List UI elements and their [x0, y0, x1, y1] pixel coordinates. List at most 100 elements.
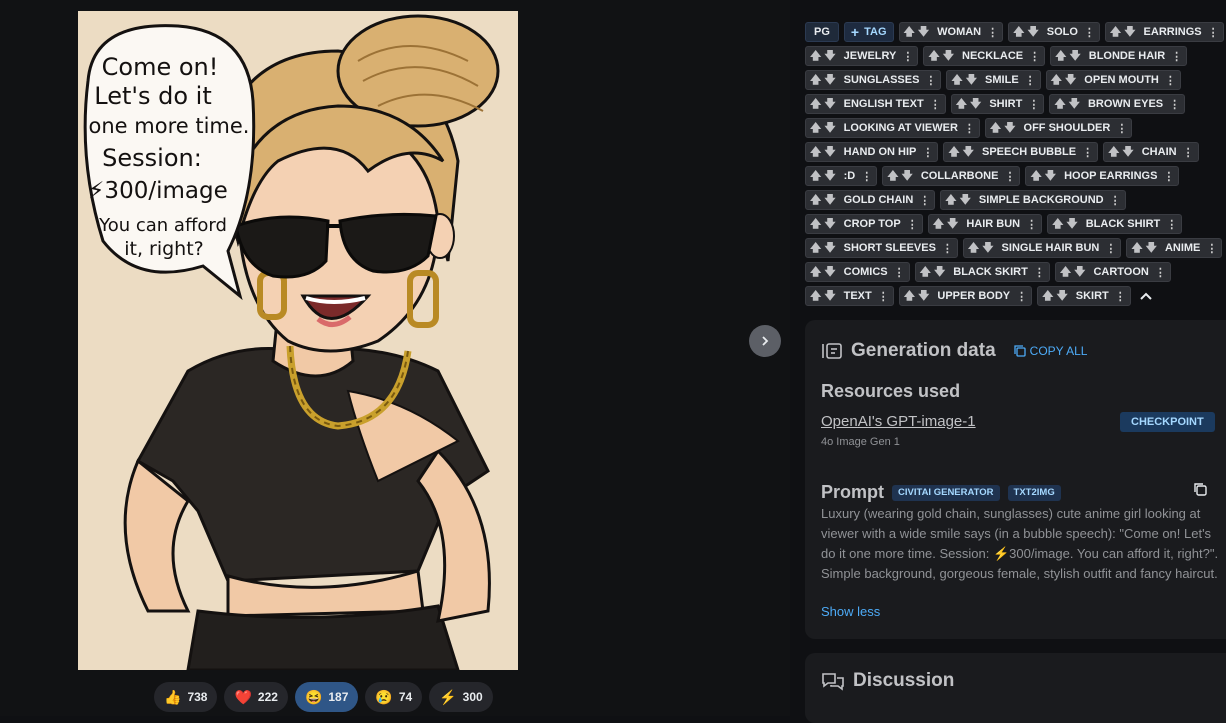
tag-chip[interactable]: 🡅 🡇 BLACK SKIRT ⋮	[914, 262, 1050, 282]
tag-chip[interactable]: 🡅 🡇 SUNGLASSES ⋮	[805, 70, 942, 90]
more-options-icon[interactable]: ⋮	[1183, 146, 1194, 159]
tag-chip[interactable]: 🡅 🡇 COLLARBONE ⋮	[882, 166, 1021, 186]
tag-chip[interactable]: 🡅 🡇 HOOP EARRINGS ⋮	[1025, 166, 1180, 186]
tag-chip[interactable]: 🡅 🡇 SINGLE HAIR BUN ⋮	[962, 238, 1122, 258]
more-options-icon[interactable]: ⋮	[1016, 290, 1027, 303]
upvote-icon[interactable]: 🡅	[810, 143, 821, 162]
downvote-icon[interactable]: 🡇	[960, 191, 971, 210]
downvote-icon[interactable]: 🡇	[824, 239, 835, 258]
more-options-icon[interactable]: ⋮	[1026, 218, 1037, 231]
tag-chip[interactable]: 🡅 🡇 JEWELRY ⋮	[805, 46, 919, 66]
downvote-icon[interactable]: 🡇	[943, 47, 954, 66]
copy-all-button[interactable]: COPY ALL	[1014, 344, 1087, 358]
more-options-icon[interactable]: ⋮	[1110, 194, 1121, 207]
tag-chip[interactable]: 🡅 🡇 SHIRT ⋮	[950, 94, 1045, 114]
upvote-icon[interactable]: 🡅	[1051, 71, 1062, 90]
upvote-icon[interactable]: 🡅	[810, 95, 821, 114]
more-options-icon[interactable]: ⋮	[1105, 242, 1116, 255]
downvote-icon[interactable]: 🡇	[970, 95, 981, 114]
more-options-icon[interactable]: ⋮	[894, 266, 905, 279]
upvote-icon[interactable]: 🡅	[810, 263, 821, 282]
downvote-icon[interactable]: 🡇	[1146, 239, 1157, 258]
upvote-icon[interactable]: 🡅	[1054, 95, 1065, 114]
more-options-icon[interactable]: ⋮	[1171, 50, 1182, 63]
downvote-icon[interactable]: 🡇	[982, 239, 993, 258]
downvote-icon[interactable]: 🡇	[824, 215, 835, 234]
downvote-icon[interactable]: 🡇	[934, 263, 945, 282]
more-options-icon[interactable]: ⋮	[925, 74, 936, 87]
more-options-icon[interactable]: ⋮	[922, 146, 933, 159]
upvote-icon[interactable]: 🡅	[810, 167, 821, 186]
tag-chip[interactable]: 🡅 🡇 BROWN EYES ⋮	[1049, 94, 1186, 114]
more-options-icon[interactable]: ⋮	[861, 170, 872, 183]
downvote-icon[interactable]: 🡇	[1027, 23, 1038, 42]
downvote-icon[interactable]: 🡇	[1122, 143, 1133, 162]
tag-chip[interactable]: 🡅 🡇 EARRINGS ⋮	[1104, 22, 1224, 42]
upvote-icon[interactable]: 🡅	[1131, 239, 1142, 258]
next-image-button[interactable]	[749, 325, 781, 357]
more-options-icon[interactable]: ⋮	[942, 242, 953, 255]
tag-chip[interactable]: 🡅 🡇 OFF SHOULDER ⋮	[984, 118, 1133, 138]
downvote-icon[interactable]: 🡇	[824, 287, 835, 306]
tag-chip[interactable]: 🡅 🡇 BLACK SHIRT ⋮	[1047, 214, 1183, 234]
more-options-icon[interactable]: ⋮	[1169, 98, 1180, 111]
downvote-icon[interactable]: 🡇	[1124, 23, 1135, 42]
upvote-icon[interactable]: 🡅	[1013, 23, 1024, 42]
upvote-icon[interactable]: 🡅	[810, 191, 821, 210]
downvote-icon[interactable]: 🡇	[824, 71, 835, 90]
upvote-icon[interactable]: 🡅	[968, 239, 979, 258]
tag-chip[interactable]: 🡅 🡇 GOLD CHAIN ⋮	[805, 190, 936, 210]
downvote-icon[interactable]: 🡇	[918, 23, 929, 42]
like-reaction-button[interactable]: 👍 738	[154, 682, 218, 712]
more-options-icon[interactable]: ⋮	[907, 218, 918, 231]
more-options-icon[interactable]: ⋮	[1155, 266, 1166, 279]
more-options-icon[interactable]: ⋮	[1084, 26, 1095, 39]
more-options-icon[interactable]: ⋮	[1034, 266, 1045, 279]
downvote-icon[interactable]: 🡇	[1045, 167, 1056, 186]
more-options-icon[interactable]: ⋮	[1028, 98, 1039, 111]
tag-chip[interactable]: 🡅 🡇 BLONDE HAIR ⋮	[1050, 46, 1188, 66]
tag-chip[interactable]: 🡅 🡇 UPPER BODY ⋮	[898, 286, 1033, 306]
more-options-icon[interactable]: ⋮	[1115, 290, 1126, 303]
downvote-icon[interactable]: 🡇	[1065, 71, 1076, 90]
upvote-icon[interactable]: 🡅	[810, 47, 821, 66]
cry-reaction-button[interactable]: 😢 74	[365, 682, 423, 712]
upvote-icon[interactable]: 🡅	[951, 71, 962, 90]
rating-badge[interactable]: PG	[805, 22, 839, 42]
show-less-link[interactable]: Show less	[821, 604, 880, 619]
generated-image[interactable]: Come on! Let's do it one more time. Sess…	[78, 11, 518, 670]
upvote-icon[interactable]: 🡅	[1110, 23, 1121, 42]
tag-chip[interactable]: 🡅 🡇 HAIR BUN ⋮	[927, 214, 1043, 234]
laugh-reaction-button[interactable]: 😆 187	[294, 682, 359, 712]
more-options-icon[interactable]: ⋮	[902, 50, 913, 63]
upvote-icon[interactable]: 🡅	[1108, 143, 1119, 162]
more-options-icon[interactable]: ⋮	[1082, 146, 1093, 159]
downvote-icon[interactable]: 🡇	[824, 95, 835, 114]
more-options-icon[interactable]: ⋮	[1025, 74, 1036, 87]
buzz-tip-button[interactable]: ⚡ 300	[429, 682, 493, 712]
tag-chip[interactable]: 🡅 🡇 TEXT ⋮	[805, 286, 894, 306]
downvote-icon[interactable]: 🡇	[966, 71, 977, 90]
upvote-icon[interactable]: 🡅	[887, 167, 898, 186]
downvote-icon[interactable]: 🡇	[824, 263, 835, 282]
downvote-icon[interactable]: 🡇	[963, 143, 974, 162]
downvote-icon[interactable]: 🡇	[824, 119, 835, 138]
upvote-icon[interactable]: 🡅	[810, 215, 821, 234]
more-options-icon[interactable]: ⋮	[878, 290, 889, 303]
downvote-icon[interactable]: 🡇	[824, 143, 835, 162]
more-options-icon[interactable]: ⋮	[1116, 122, 1127, 135]
downvote-icon[interactable]: 🡇	[1069, 95, 1080, 114]
downvote-icon[interactable]: 🡇	[824, 191, 835, 210]
more-options-icon[interactable]: ⋮	[1029, 50, 1040, 63]
upvote-icon[interactable]: 🡅	[956, 95, 967, 114]
resource-link[interactable]: OpenAI's GPT-image-1	[821, 413, 976, 430]
upvote-icon[interactable]: 🡅	[928, 47, 939, 66]
downvote-icon[interactable]: 🡇	[1066, 215, 1077, 234]
tag-chip[interactable]: 🡅 🡇 CARTOON ⋮	[1054, 262, 1171, 282]
tag-chip[interactable]: 🡅 🡇 SMILE ⋮	[946, 70, 1041, 90]
downvote-icon[interactable]: 🡇	[1069, 47, 1080, 66]
upvote-icon[interactable]: 🡅	[1042, 287, 1053, 306]
upvote-icon[interactable]: 🡅	[810, 287, 821, 306]
tag-chip[interactable]: 🡅 🡇 SIMPLE BACKGROUND ⋮	[940, 190, 1126, 210]
more-options-icon[interactable]: ⋮	[987, 26, 998, 39]
